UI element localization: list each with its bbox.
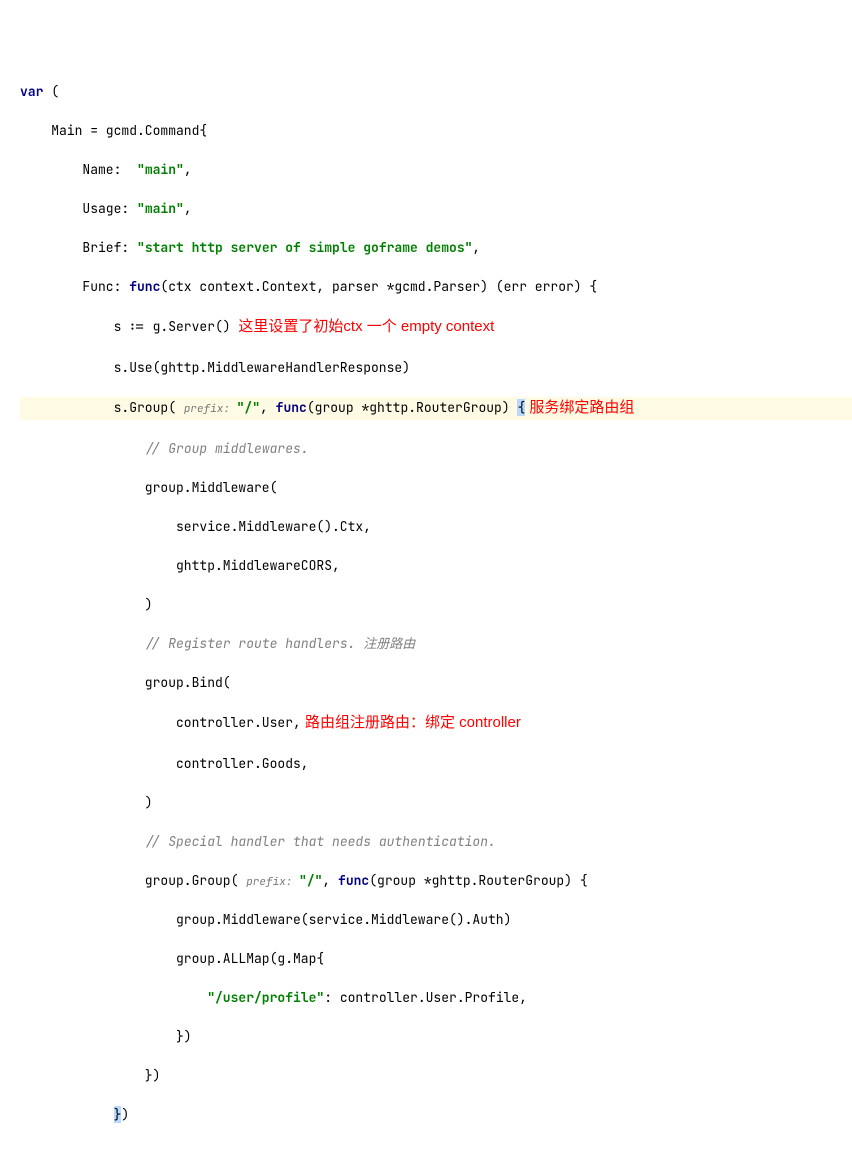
- code-text: }): [20, 1067, 160, 1084]
- code-line[interactable]: controller.User, 路由组注册路由：绑定 controller: [20, 712, 852, 735]
- comment: // Register route handlers. 注册路由: [145, 635, 415, 652]
- code-text: ,: [322, 872, 338, 889]
- code-line[interactable]: Main = gcmd.Command{: [20, 121, 852, 141]
- code-text: (group *ghttp.RouterGroup) {: [369, 872, 587, 889]
- code-line[interactable]: controller.Goods,: [20, 754, 852, 774]
- keyword-func: func: [338, 872, 369, 889]
- param-hint: prefix:: [184, 402, 237, 416]
- code-text: group.Middleware(service.Middleware().Au…: [20, 911, 511, 928]
- annotation-text: 路由组注册路由：绑定 controller: [301, 714, 521, 731]
- code-text: s := g.Server(): [20, 318, 238, 335]
- code-line[interactable]: group.Middleware(: [20, 478, 852, 498]
- code-text: ,: [184, 161, 192, 178]
- keyword-func: func: [276, 399, 307, 416]
- code-line[interactable]: var (: [20, 82, 852, 102]
- code-text: Func:: [20, 278, 129, 295]
- code-text: ): [121, 1106, 129, 1123]
- code-line[interactable]: Usage: "main",: [20, 199, 852, 219]
- code-line[interactable]: service.Middleware().Ctx,: [20, 517, 852, 537]
- keyword-func: func: [129, 278, 160, 295]
- code-text: }): [20, 1028, 192, 1045]
- code-text: Usage:: [20, 200, 137, 217]
- code-text: [20, 989, 207, 1006]
- code-line[interactable]: Name: "main",: [20, 160, 852, 180]
- comment: // Special handler that needs authentica…: [145, 833, 496, 850]
- code-text: ,: [184, 200, 192, 217]
- code-text: group.ALLMap(g.Map{: [20, 950, 324, 967]
- code-line[interactable]: group.Group( prefix: "/", func(group *gh…: [20, 871, 852, 891]
- string-literal: "/": [299, 872, 322, 889]
- code-line-highlighted[interactable]: s.Group( prefix: "/", func(group *ghttp.…: [20, 397, 852, 420]
- code-text: ghttp.MiddlewareCORS,: [20, 557, 340, 574]
- code-text: s.Group(: [20, 399, 184, 416]
- code-line[interactable]: // Group middlewares.: [20, 439, 852, 459]
- code-text: ,: [472, 239, 480, 256]
- code-text: Name:: [20, 161, 137, 178]
- code-line[interactable]: }): [20, 1027, 852, 1047]
- code-line[interactable]: }): [20, 1105, 852, 1125]
- code-text: group.Group(: [20, 872, 246, 889]
- matched-brace: }: [114, 1106, 122, 1123]
- keyword-var: var: [20, 83, 43, 100]
- code-text: controller.User,: [20, 714, 301, 731]
- code-text: (: [43, 83, 59, 100]
- code-line[interactable]: s.Use(ghttp.MiddlewareHandlerResponse): [20, 358, 852, 378]
- code-line[interactable]: ): [20, 793, 852, 813]
- annotation-text: 服务绑定路由组: [525, 399, 634, 416]
- code-line[interactable]: ): [20, 595, 852, 615]
- comment: // Group middlewares.: [145, 440, 309, 457]
- code-text: [20, 1106, 114, 1123]
- code-line[interactable]: s := g.Server() 这里设置了初始ctx 一个 empty cont…: [20, 316, 852, 339]
- code-text: ): [20, 596, 153, 613]
- code-text: (ctx context.Context, parser *gcmd.Parse…: [160, 278, 597, 295]
- code-line[interactable]: // Special handler that needs authentica…: [20, 832, 852, 852]
- string-literal: "/user/profile": [207, 989, 324, 1006]
- code-text: Main = gcmd.Command{: [20, 122, 207, 139]
- code-line[interactable]: group.Bind(: [20, 673, 852, 693]
- code-text: s.Use(ghttp.MiddlewareHandlerResponse): [20, 359, 410, 376]
- code-text: : controller.User.Profile,: [324, 989, 527, 1006]
- string-literal: "start http server of simple goframe dem…: [137, 239, 472, 256]
- code-line[interactable]: Brief: "start http server of simple gofr…: [20, 238, 852, 258]
- code-text: controller.Goods,: [20, 755, 309, 772]
- code-line[interactable]: ghttp.MiddlewareCORS,: [20, 556, 852, 576]
- code-line[interactable]: // Register route handlers. 注册路由: [20, 634, 852, 654]
- code-text: group.Bind(: [20, 674, 231, 691]
- param-hint: prefix:: [246, 875, 299, 889]
- string-literal: "main": [137, 200, 184, 217]
- code-text: ): [20, 794, 153, 811]
- code-line[interactable]: group.Middleware(service.Middleware().Au…: [20, 910, 852, 930]
- code-text: (group *ghttp.RouterGroup): [307, 399, 518, 416]
- code-text: ,: [260, 399, 276, 416]
- code-text: Brief:: [20, 239, 137, 256]
- code-text: group.Middleware(: [20, 479, 277, 496]
- code-line[interactable]: }): [20, 1066, 852, 1086]
- code-text: service.Middleware().Ctx,: [20, 518, 371, 535]
- annotation-text: 这里设置了初始ctx 一个 empty context: [238, 318, 494, 335]
- string-literal: "/": [237, 399, 260, 416]
- code-line[interactable]: "/user/profile": controller.User.Profile…: [20, 988, 852, 1008]
- code-line[interactable]: group.ALLMap(g.Map{: [20, 949, 852, 969]
- code-line[interactable]: Func: func(ctx context.Context, parser *…: [20, 277, 852, 297]
- string-literal: "main": [137, 161, 184, 178]
